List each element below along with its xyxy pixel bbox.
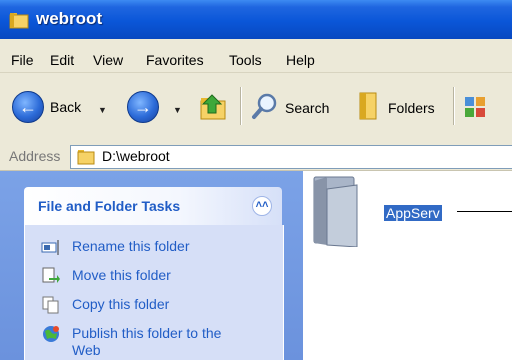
task-publish[interactable]: Publish this folder to the Web bbox=[41, 325, 241, 359]
address-label: Address bbox=[9, 148, 61, 164]
folders-label: Folders bbox=[388, 99, 435, 116]
toolbar-separator bbox=[240, 87, 242, 125]
task-label: Move this folder bbox=[72, 267, 171, 283]
task-copy[interactable]: Copy this folder bbox=[41, 296, 169, 314]
back-label: Back bbox=[50, 99, 82, 115]
up-button[interactable] bbox=[195, 91, 229, 126]
menu-edit[interactable]: Edit bbox=[50, 52, 74, 68]
file-name[interactable]: AppServ bbox=[384, 205, 442, 221]
views-button[interactable] bbox=[463, 95, 487, 122]
task-move[interactable]: Move this folder bbox=[41, 267, 171, 285]
folder-icon bbox=[9, 10, 29, 35]
search-label: Search bbox=[285, 99, 330, 116]
task-pane: File and Folder Tasks ˄˄ Rename this fol… bbox=[0, 171, 303, 360]
search-button[interactable]: Search bbox=[250, 91, 329, 124]
content-area: File and Folder Tasks ˄˄ Rename this fol… bbox=[0, 171, 512, 360]
address-input[interactable]: D:\webroot bbox=[70, 145, 512, 169]
folders-icon bbox=[356, 89, 382, 126]
forward-button[interactable]: → bbox=[127, 91, 159, 123]
task-label: Publish this folder to the Web bbox=[72, 325, 222, 358]
back-icon: ← bbox=[12, 91, 44, 123]
collapse-icon[interactable]: ˄˄ bbox=[252, 196, 272, 216]
publish-icon bbox=[41, 325, 61, 343]
panel-header[interactable]: File and Folder Tasks ˄˄ bbox=[24, 187, 282, 225]
title-bar[interactable]: webroot bbox=[0, 0, 512, 39]
back-button[interactable]: ← Back bbox=[12, 91, 81, 123]
callout-line bbox=[457, 211, 512, 212]
folder-icon bbox=[313, 176, 365, 251]
toolbar-separator bbox=[453, 87, 455, 125]
menu-help[interactable]: Help bbox=[286, 52, 315, 68]
task-label: Rename this folder bbox=[72, 238, 190, 254]
panel-body: Rename this folder Move this folder Copy… bbox=[24, 225, 284, 360]
menu-bar: File Edit View Favorites Tools Help bbox=[0, 39, 512, 73]
copy-icon bbox=[41, 296, 61, 314]
menu-file[interactable]: File bbox=[11, 52, 34, 68]
task-rename[interactable]: Rename this folder bbox=[41, 238, 190, 256]
move-icon bbox=[41, 267, 61, 285]
folders-button[interactable]: Folders bbox=[356, 89, 435, 126]
back-dropdown-icon[interactable]: ▼ bbox=[98, 105, 107, 115]
rename-icon bbox=[41, 238, 61, 256]
address-value: D:\webroot bbox=[102, 148, 170, 164]
up-folder-icon bbox=[195, 91, 229, 126]
address-bar: Address D:\webroot bbox=[0, 143, 512, 171]
search-icon bbox=[250, 91, 280, 124]
forward-dropdown-icon[interactable]: ▼ bbox=[173, 105, 182, 115]
menu-view[interactable]: View bbox=[93, 52, 123, 68]
window-title: webroot bbox=[36, 9, 103, 28]
forward-icon: → bbox=[127, 91, 159, 123]
folder-icon bbox=[77, 148, 95, 170]
toolbar: ← Back ▼ → ▼ Search Folders bbox=[0, 73, 512, 144]
views-icon bbox=[463, 95, 487, 122]
file-item-appserv[interactable] bbox=[313, 175, 365, 252]
task-label: Copy this folder bbox=[72, 296, 170, 312]
panel-title: File and Folder Tasks bbox=[38, 198, 181, 214]
menu-tools[interactable]: Tools bbox=[229, 52, 262, 68]
menu-favorites[interactable]: Favorites bbox=[146, 52, 204, 68]
